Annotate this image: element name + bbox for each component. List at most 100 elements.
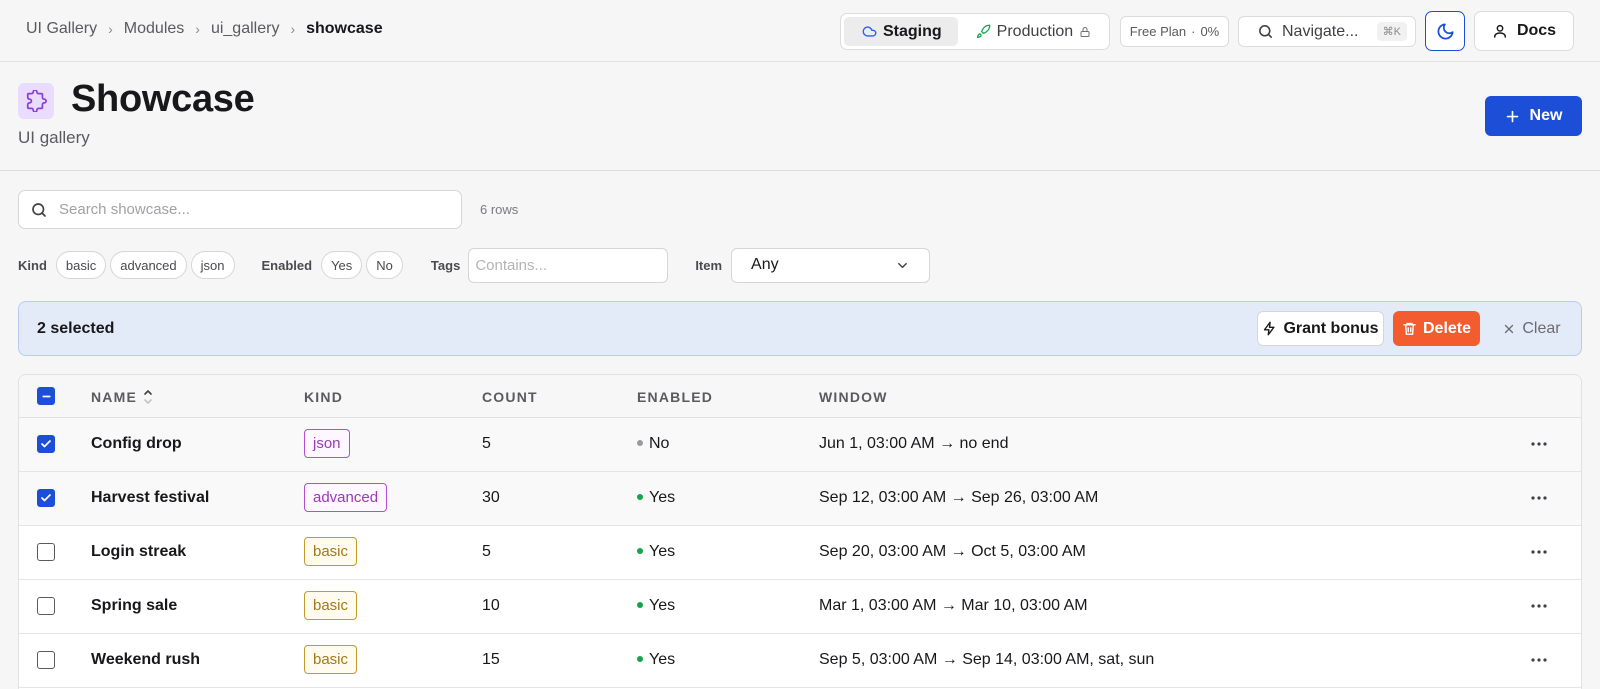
status-dot bbox=[637, 493, 643, 500]
row-count: 30 bbox=[482, 489, 500, 506]
plan-usage: 0% bbox=[1200, 24, 1220, 39]
column-header-name[interactable]: NAME bbox=[91, 389, 153, 405]
table-row[interactable]: Config drop json 5 No Jun 1, 03:00 AM → … bbox=[19, 418, 1581, 472]
kind-badge: json bbox=[304, 429, 350, 458]
theme-toggle-button[interactable] bbox=[1425, 11, 1465, 51]
more-options-icon[interactable] bbox=[1529, 434, 1549, 454]
sort-icon bbox=[144, 390, 152, 404]
row-enabled: Yes bbox=[637, 543, 675, 561]
row-count: 10 bbox=[482, 597, 500, 614]
column-header-count[interactable]: COUNT bbox=[482, 389, 538, 405]
column-header-window[interactable]: WINDOW bbox=[819, 389, 888, 405]
row-checkbox[interactable] bbox=[37, 489, 55, 507]
row-checkbox[interactable] bbox=[37, 597, 55, 615]
column-label-name: NAME bbox=[91, 389, 138, 405]
user-icon bbox=[1493, 24, 1507, 38]
kind-badge: basic bbox=[304, 645, 358, 674]
status-dot bbox=[637, 601, 643, 608]
row-name: Weekend rush bbox=[91, 651, 201, 668]
plus-icon bbox=[1506, 110, 1518, 122]
row-enabled-text: Yes bbox=[649, 543, 676, 560]
status-dot bbox=[637, 655, 643, 662]
table-row[interactable]: Login streak basic 5 Yes Sep 20, 03:00 A… bbox=[19, 526, 1581, 580]
selection-bar: 2 selected Grant bonus Delete Clear bbox=[18, 301, 1582, 356]
breadcrumb-item-ui-gallery-module[interactable]: ui_gallery bbox=[211, 20, 279, 38]
row-checkbox[interactable] bbox=[37, 651, 55, 669]
plan-badge[interactable]: Free Plan · 0% bbox=[1120, 16, 1229, 47]
cloud-icon bbox=[862, 26, 877, 37]
clear-label: Clear bbox=[1522, 319, 1561, 337]
table-row[interactable]: Weekend rush basic 15 Yes Sep 5, 03:00 A… bbox=[19, 634, 1581, 688]
search-icon bbox=[32, 202, 46, 217]
column-header-enabled[interactable]: ENABLED bbox=[637, 389, 713, 405]
env-staging-label: Staging bbox=[883, 22, 942, 40]
delete-label: Delete bbox=[1422, 319, 1472, 337]
row-window: Jun 1, 03:00 AM → no end bbox=[819, 435, 1009, 452]
tags-filter-input[interactable] bbox=[468, 247, 669, 283]
row-count: 15 bbox=[482, 651, 500, 668]
column-header-kind[interactable]: KIND bbox=[304, 389, 343, 405]
more-options-icon[interactable] bbox=[1529, 488, 1549, 508]
row-window: Mar 1, 03:00 AM → Mar 10, 03:00 AM bbox=[819, 597, 1088, 614]
more-options-icon[interactable] bbox=[1529, 650, 1549, 670]
kind-badge: advanced bbox=[304, 483, 388, 512]
table-row[interactable]: Harvest festival advanced 30 Yes Sep 12,… bbox=[19, 472, 1581, 526]
more-options-icon[interactable] bbox=[1529, 596, 1549, 616]
moon-icon bbox=[1437, 23, 1453, 39]
kind-badge: basic bbox=[304, 591, 358, 620]
lightning-icon bbox=[1264, 321, 1275, 336]
row-enabled: Yes bbox=[637, 651, 675, 669]
kind-filter-chip-json[interactable]: json bbox=[190, 251, 235, 279]
table-header: NAME KIND COUNT ENABLED WINDOW bbox=[19, 375, 1581, 418]
row-enabled: No bbox=[637, 435, 669, 453]
select-all-checkbox[interactable] bbox=[37, 387, 55, 405]
environment-switch: Staging Production bbox=[840, 13, 1110, 50]
more-options-icon[interactable] bbox=[1529, 542, 1549, 562]
kind-filter-label: Kind bbox=[18, 257, 47, 273]
enabled-filter-chip-no[interactable]: No bbox=[366, 251, 403, 279]
breadcrumb-item-modules[interactable]: Modules bbox=[124, 20, 184, 38]
item-filter-select[interactable]: Any bbox=[731, 247, 931, 283]
search-box bbox=[18, 190, 462, 229]
enabled-filter-chip-yes[interactable]: Yes bbox=[321, 251, 363, 279]
breadcrumb-item-ui-gallery[interactable]: UI Gallery bbox=[26, 20, 97, 38]
status-dot bbox=[637, 439, 643, 446]
plan-separator: · bbox=[1191, 24, 1196, 39]
env-production-button[interactable]: Production bbox=[958, 17, 1108, 46]
search-input[interactable] bbox=[59, 201, 439, 218]
grant-bonus-label: Grant bonus bbox=[1283, 319, 1379, 337]
checkmark-icon bbox=[41, 494, 51, 502]
row-count: 5 bbox=[482, 543, 491, 560]
table-row[interactable]: Spring sale basic 10 Yes Mar 1, 03:00 AM… bbox=[19, 580, 1581, 634]
item-filter-label: Item bbox=[695, 257, 723, 273]
delete-button[interactable]: Delete bbox=[1393, 311, 1480, 346]
env-production-label: Production bbox=[996, 22, 1074, 40]
kind-badge: basic bbox=[304, 537, 358, 566]
status-dot bbox=[637, 547, 643, 554]
item-filter-value: Any bbox=[751, 256, 779, 273]
chevron-down-icon bbox=[898, 262, 907, 268]
env-staging-button[interactable]: Staging bbox=[844, 17, 958, 46]
new-label: New bbox=[1529, 107, 1563, 124]
enabled-filter-label: Enabled bbox=[261, 257, 313, 273]
navigate-button[interactable]: Navigate... ⌘K bbox=[1238, 16, 1416, 47]
row-checkbox[interactable] bbox=[37, 543, 55, 561]
docs-button[interactable]: Docs bbox=[1474, 11, 1574, 51]
chevron-right-icon: › bbox=[290, 21, 296, 37]
row-enabled: Yes bbox=[637, 597, 675, 615]
row-checkbox[interactable] bbox=[37, 435, 55, 453]
grant-bonus-button[interactable]: Grant bonus bbox=[1257, 311, 1384, 346]
navigate-shortcut: ⌘K bbox=[1376, 22, 1407, 41]
row-window: Sep 20, 03:00 AM → Oct 5, 03:00 AM bbox=[819, 543, 1086, 560]
row-name: Config drop bbox=[91, 435, 182, 452]
row-window: Sep 5, 03:00 AM → Sep 14, 03:00 AM, sat,… bbox=[819, 651, 1155, 668]
row-count: 5 bbox=[482, 435, 491, 452]
kind-filter-chip-basic[interactable]: basic bbox=[55, 251, 107, 279]
row-name: Login streak bbox=[91, 543, 187, 560]
trash-icon bbox=[1403, 322, 1416, 335]
row-window: Sep 12, 03:00 AM → Sep 26, 03:00 AM bbox=[819, 489, 1099, 506]
kind-filter-chip-advanced[interactable]: advanced bbox=[110, 251, 187, 279]
clear-selection-button[interactable]: Clear bbox=[1497, 311, 1567, 346]
chevron-right-icon: › bbox=[195, 21, 200, 37]
new-button[interactable]: New bbox=[1485, 96, 1582, 136]
